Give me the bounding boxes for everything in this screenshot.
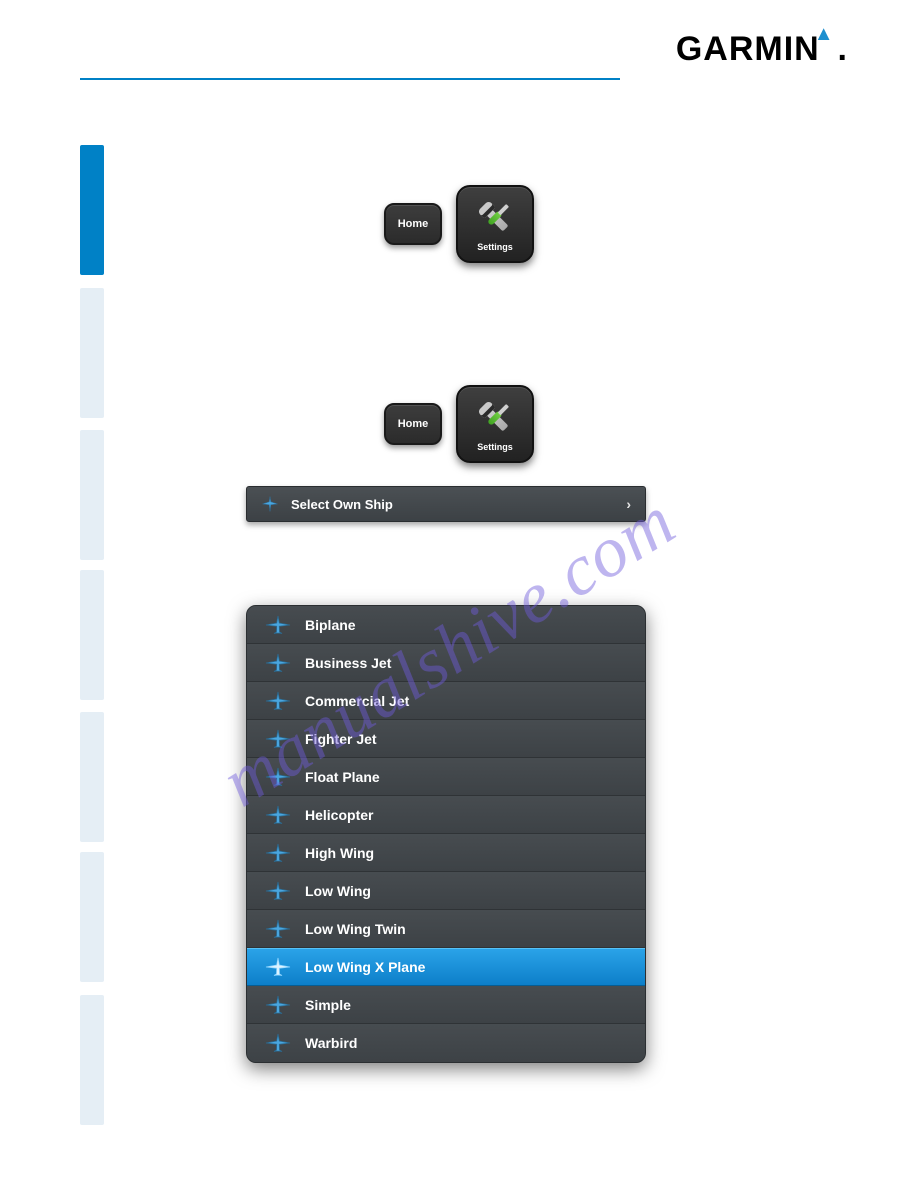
brand-triangle-icon: ▲ (814, 23, 835, 45)
own-ship-option-label: Helicopter (305, 807, 373, 823)
own-ship-option[interactable]: Simple (247, 986, 645, 1024)
brand-name: GARMIN (676, 30, 820, 68)
button-row-2: Home Settings (0, 385, 918, 463)
home-button[interactable]: Home (384, 203, 442, 245)
side-tab-5 (80, 712, 104, 842)
brand-dot: . (838, 30, 848, 68)
own-ship-option-label: Low Wing (305, 883, 371, 899)
aircraft-icon (265, 729, 291, 749)
aircraft-icon (265, 843, 291, 863)
home-button-label: Home (398, 418, 429, 430)
own-ship-option[interactable]: Warbird (247, 1024, 645, 1062)
select-own-ship-label: Select Own Ship (291, 497, 393, 512)
own-ship-option-label: Biplane (305, 617, 356, 633)
home-button[interactable]: Home (384, 403, 442, 445)
aircraft-icon (265, 691, 291, 711)
own-ship-option[interactable]: Business Jet (247, 644, 645, 682)
chevron-right-icon: › (626, 496, 631, 512)
own-ship-option-label: High Wing (305, 845, 374, 861)
own-ship-option[interactable]: Low Wing Twin (247, 910, 645, 948)
settings-button[interactable]: Settings (456, 385, 534, 463)
home-button-label: Home (398, 218, 429, 230)
own-ship-option-label: Simple (305, 997, 351, 1013)
own-ship-option-label: Commercial Jet (305, 693, 409, 709)
settings-button-label: Settings (477, 442, 513, 452)
page-header: GARMIN▲. (0, 30, 918, 90)
own-ship-option[interactable]: Helicopter (247, 796, 645, 834)
aircraft-icon (265, 995, 291, 1015)
aircraft-icon (265, 1033, 291, 1053)
screwdriver-icon (476, 194, 518, 236)
own-ship-option[interactable]: High Wing (247, 834, 645, 872)
aircraft-icon (261, 495, 279, 513)
aircraft-icon (265, 615, 291, 635)
settings-button-label: Settings (477, 242, 513, 252)
tools-icon (474, 197, 516, 239)
aircraft-icon (265, 919, 291, 939)
header-rule (80, 78, 620, 80)
own-ship-option-label: Low Wing Twin (305, 921, 406, 937)
settings-button[interactable]: Settings (456, 185, 534, 263)
own-ship-option[interactable]: Fighter Jet (247, 720, 645, 758)
button-row-1: Home Settings (0, 185, 918, 263)
garmin-logo: GARMIN▲. (676, 30, 848, 69)
aircraft-icon (265, 957, 291, 977)
side-tab-4 (80, 570, 104, 700)
own-ship-option-label: Low Wing X Plane (305, 959, 425, 975)
own-ship-option-label: Warbird (305, 1035, 357, 1051)
tools-icon (474, 397, 516, 439)
screwdriver-icon (476, 394, 518, 436)
own-ship-option-label: Business Jet (305, 655, 391, 671)
aircraft-icon (265, 881, 291, 901)
aircraft-icon (265, 805, 291, 825)
aircraft-icon (265, 767, 291, 787)
side-tab-6 (80, 852, 104, 982)
own-ship-option-label: Fighter Jet (305, 731, 377, 747)
own-ship-option[interactable]: Commercial Jet (247, 682, 645, 720)
own-ship-option[interactable]: Float Plane (247, 758, 645, 796)
own-ship-option[interactable]: Low Wing X Plane (247, 948, 645, 986)
select-own-ship-row[interactable]: Select Own Ship › (246, 486, 646, 522)
own-ship-option[interactable]: Biplane (247, 606, 645, 644)
aircraft-icon (265, 653, 291, 673)
side-tab-7 (80, 995, 104, 1125)
own-ship-list: Biplane Business Jet Commercial Jet Fighter… (246, 605, 646, 1063)
own-ship-option-label: Float Plane (305, 769, 380, 785)
own-ship-option[interactable]: Low Wing (247, 872, 645, 910)
